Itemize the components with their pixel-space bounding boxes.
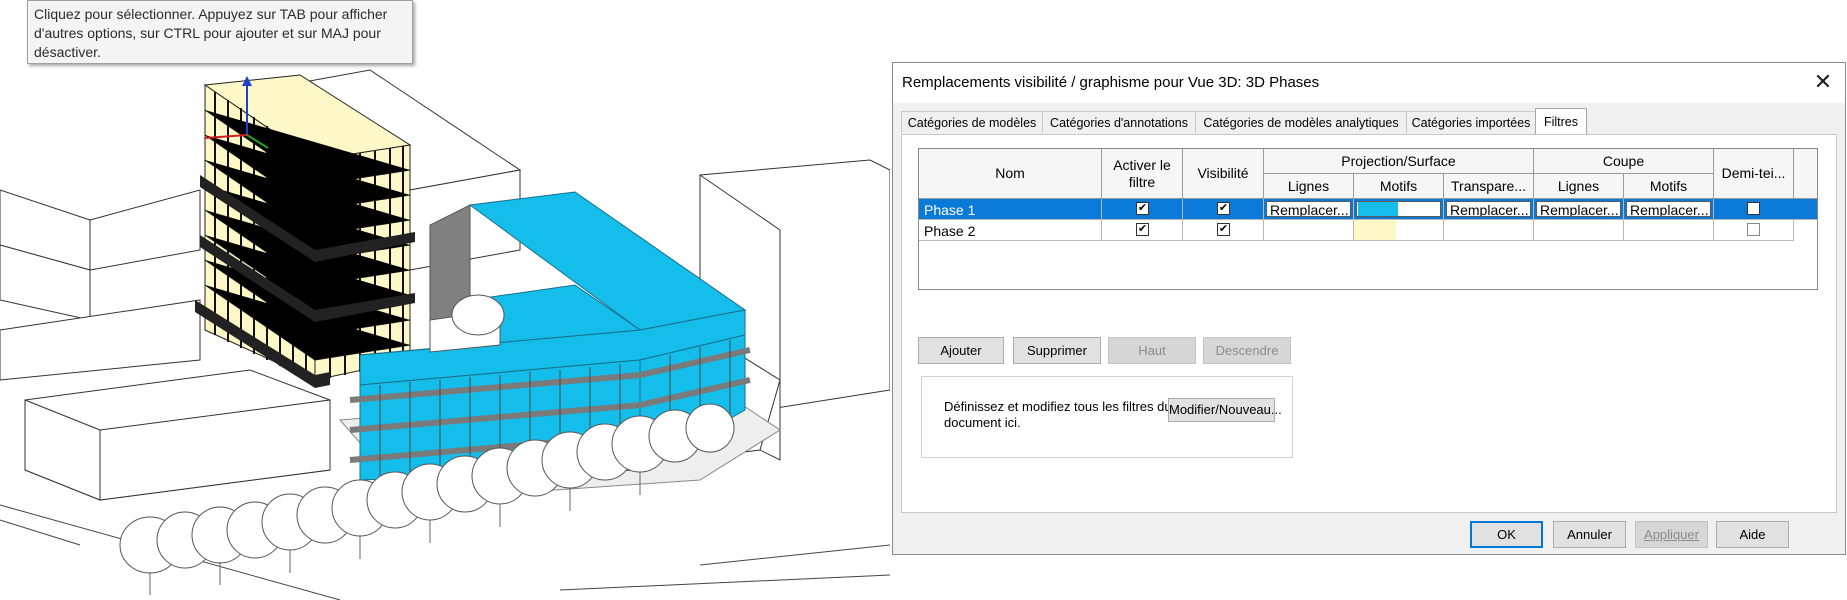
info-text: Définissez et modifiez tous les filtres … xyxy=(944,399,1172,430)
pattern-swatch xyxy=(1354,220,1396,240)
supprimer-button[interactable]: Supprimer xyxy=(1013,337,1101,364)
header-proj-motifs[interactable]: Motifs xyxy=(1354,174,1444,199)
tab-categories-modeles[interactable]: Catégories de modèles xyxy=(901,111,1043,133)
row-name: Phase 2 xyxy=(924,223,976,239)
cell-proj-motifs[interactable] xyxy=(1354,220,1444,241)
cell-visibilite: ✔ xyxy=(1183,199,1264,220)
tooltip: Cliquez pour sélectionner. Appuyez sur T… xyxy=(27,0,413,64)
cell-nom[interactable]: Phase 1 xyxy=(919,199,1102,220)
coupe-motifs-button[interactable]: Remplacer... xyxy=(1626,201,1711,217)
haut-button[interactable]: Haut xyxy=(1108,337,1196,364)
activer-checkbox[interactable]: ✔ xyxy=(1136,223,1149,236)
visibilite-checkbox[interactable]: ✔ xyxy=(1217,223,1230,236)
ajouter-button[interactable]: Ajouter xyxy=(918,337,1004,364)
filtres-panel: Nom Activer le filtre Visibilité Project… xyxy=(901,134,1837,513)
header-demi-teinte[interactable]: Demi-tei... xyxy=(1714,149,1794,199)
activer-checkbox[interactable]: ✔ xyxy=(1136,202,1149,215)
demi-teinte-checkbox[interactable] xyxy=(1747,202,1760,215)
cell-demi xyxy=(1714,199,1817,220)
proj-lignes-button[interactable]: Remplacer... xyxy=(1266,201,1351,217)
cell-coupe-motifs[interactable] xyxy=(1624,220,1714,241)
tab-categories-analytiques[interactable]: Catégories de modèles analytiques xyxy=(1195,111,1407,133)
header-nom[interactable]: Nom xyxy=(919,149,1102,199)
cell-coupe-lignes[interactable] xyxy=(1534,220,1624,241)
demi-teinte-checkbox[interactable] xyxy=(1747,223,1760,236)
pattern-swatch xyxy=(1358,202,1398,216)
header-coupe-lignes[interactable]: Lignes xyxy=(1534,174,1624,199)
header-coupe: Coupe xyxy=(1534,149,1714,174)
tab-categories-importees[interactable]: Catégories importées xyxy=(1406,111,1536,133)
cell-activer: ✔ xyxy=(1102,199,1183,220)
cell-proj-lignes: Remplacer... xyxy=(1264,199,1354,220)
cell-coupe-lignes: Remplacer... xyxy=(1534,199,1624,220)
info-box: Définissez et modifiez tous les filtres … xyxy=(921,376,1293,458)
row-name: Phase 1 xyxy=(924,202,976,218)
dialog-titlebar: Remplacements visibilité / graphisme pou… xyxy=(893,63,1845,103)
descendre-button[interactable]: Descendre xyxy=(1203,337,1291,364)
tab-categories-annotations[interactable]: Catégories d'annotations xyxy=(1042,111,1196,133)
cell-nom[interactable]: Phase 2 xyxy=(919,220,1102,241)
cell-proj-transparence: Remplacer... xyxy=(1444,199,1534,220)
header-visibilite[interactable]: Visibilité xyxy=(1183,149,1264,199)
header-activer-filtre[interactable]: Activer le filtre xyxy=(1102,149,1183,199)
ok-button[interactable]: OK xyxy=(1470,521,1543,548)
filters-grid: Nom Activer le filtre Visibilité Project… xyxy=(918,148,1818,290)
aide-button[interactable]: Aide xyxy=(1716,521,1789,548)
building-model[interactable] xyxy=(0,0,890,600)
header-proj-lignes[interactable]: Lignes xyxy=(1264,174,1354,199)
3d-viewport[interactable]: Cliquez pour sélectionner. Appuyez sur T… xyxy=(0,0,890,600)
cell-coupe-motifs: Remplacer... xyxy=(1624,199,1714,220)
cell-proj-lignes[interactable] xyxy=(1264,220,1354,241)
dialog-title: Remplacements visibilité / graphisme pou… xyxy=(902,74,1320,91)
proj-transparence-button[interactable]: Remplacer... xyxy=(1446,201,1531,217)
appliquer-button[interactable]: Appliquer xyxy=(1635,521,1708,548)
header-proj-transparence[interactable]: Transpare... xyxy=(1444,174,1534,199)
visibilite-checkbox[interactable]: ✔ xyxy=(1217,202,1230,215)
cell-visibilite: ✔ xyxy=(1183,220,1264,241)
visibility-graphics-dialog: Remplacements visibilité / graphisme pou… xyxy=(892,62,1846,555)
cell-activer: ✔ xyxy=(1102,220,1183,241)
header-projection-surface: Projection/Surface xyxy=(1264,149,1534,174)
header-coupe-motifs[interactable]: Motifs xyxy=(1624,174,1714,199)
close-icon[interactable]: ✕ xyxy=(1809,69,1837,95)
cell-demi xyxy=(1714,220,1794,241)
modifier-nouveau-button[interactable]: Modifier/Nouveau... xyxy=(1168,398,1282,422)
tab-filtres[interactable]: Filtres xyxy=(1535,108,1587,134)
coupe-lignes-button[interactable]: Remplacer... xyxy=(1536,201,1621,217)
cell-proj-transparence[interactable] xyxy=(1444,220,1534,241)
cell-proj-motifs xyxy=(1354,199,1444,220)
header-filler xyxy=(1794,149,1817,199)
annuler-button[interactable]: Annuler xyxy=(1553,521,1626,548)
